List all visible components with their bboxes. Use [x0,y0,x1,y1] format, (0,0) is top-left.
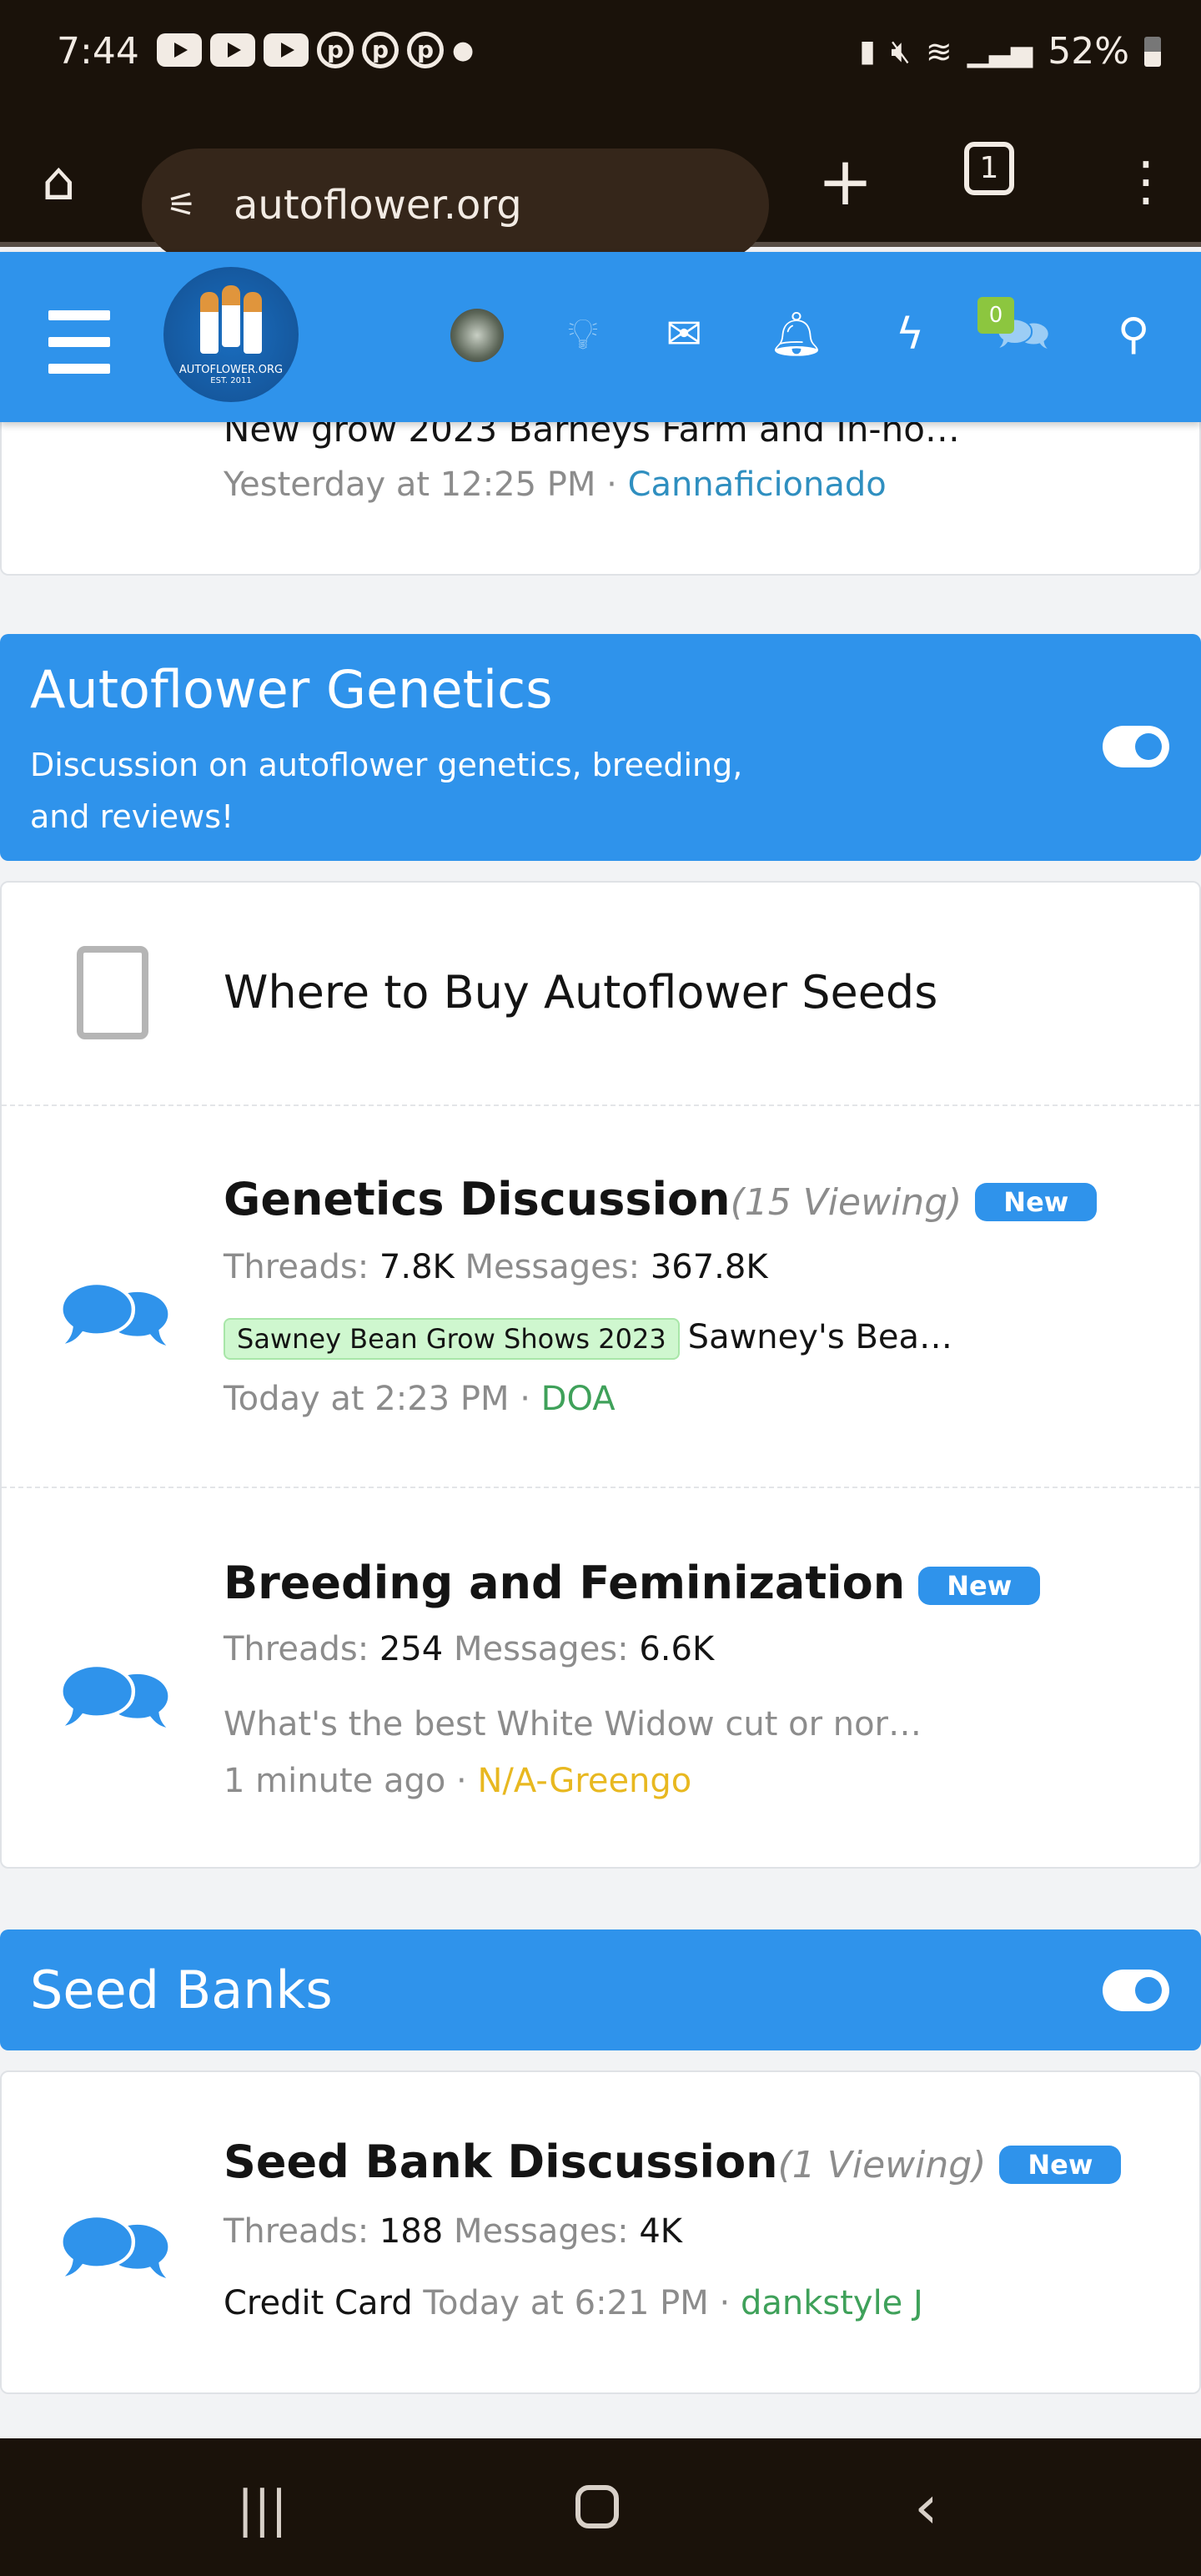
last-post-time: Today at 2:23 PM [224,1380,510,1418]
status-bar: 7:44 p p p ● ▮ 🔇︎ ≋ ▁▃▅ 52% [0,0,1201,123]
last-post-time: 1 minute ago [224,1762,446,1800]
threads-count: 7.8K [379,1248,455,1286]
forum-item: 🗪︎ Seed Bank Discussion(1 Viewing) New Th… [2,2072,1199,2396]
category-header-autoflower-genetics: Autoflower Genetics Discussion on autofl… [0,634,1201,861]
site-settings-icon[interactable]: ⚟ [167,148,197,262]
youtube-icon [157,33,202,67]
category-title[interactable]: Seed Banks [30,1960,333,2020]
home-icon[interactable]: ⌂ [42,155,76,209]
avatar[interactable] [450,309,504,362]
messages-label: Messages: [465,1248,641,1286]
forum-title[interactable]: Seed Bank Discussion [224,2136,778,2188]
messages-label: Messages: [453,1630,629,1668]
bell-icon[interactable]: 🔔︎ [767,305,826,364]
pinterest-icon: p [362,32,399,68]
mute-icon: 🔇︎ [890,33,911,69]
logo-text: AUTOFLOWER.ORG [178,364,284,376]
battery-saver-icon: ▮ [859,34,876,68]
forum-title[interactable]: Genetics Discussion [224,1173,731,1225]
forum-item: 🗪︎ Breeding and Feminization New Threads:… [2,1488,1199,1870]
messages-count: 6.6K [639,1630,715,1668]
last-post-time: Yesterday at 12:25 PM [224,465,596,504]
url-text: autoflower.org [234,182,522,229]
pinterest-icon: p [407,32,444,68]
youtube-icon [264,33,309,67]
new-badge: New [999,2146,1122,2185]
mail-icon[interactable]: ✉ [655,305,713,364]
messages-count: 367.8K [650,1248,768,1286]
link-forum[interactable]: Where to Buy Autoflower Seeds [2,883,1199,1106]
search-icon[interactable]: ⚲ [1104,305,1163,364]
chat-bubbles-icon: 🗪︎ [58,1260,173,1367]
lightbulb-icon[interactable]: 💡︎ [554,305,612,364]
messages-label: Messages: [453,2212,629,2251]
new-tab-icon[interactable]: + [817,148,873,215]
collapse-toggle[interactable] [1103,726,1169,767]
category-header-seed-banks: Seed Banks [0,1929,1201,2050]
browser-toolbar: ⌂ ⚟ autoflower.org + 1 ⋮ [0,123,1201,262]
category-title[interactable]: Autoflower Genetics [30,659,553,720]
threads-count: 188 [379,2212,444,2251]
pinterest-icon: p [317,32,354,68]
last-post-time: Today at 6:21 PM [423,2284,709,2322]
chat-bubbles-icon: 🗪︎ [58,2193,173,2300]
wifi-icon: ≋ [925,33,952,70]
site-header: AUTOFLOWER.ORG EST. 2011 💡︎ ✉ 🔔︎ ϟ 0 🗪︎ ⚲ [0,252,1201,422]
threads-count: 254 [379,1630,444,1668]
forum-title[interactable]: Breeding and Feminization [224,1557,905,1609]
last-thread-title[interactable]: Sawney's Bea… [688,1318,952,1356]
document-icon [77,946,148,1039]
forum-title[interactable]: Where to Buy Autoflower Seeds [224,966,937,1019]
youtube-icon [210,33,255,67]
last-post-user[interactable]: N/A-Greengo [477,1762,691,1800]
category-description: Discussion on autoflower genetics, breed… [30,747,743,835]
address-bar[interactable]: ⚟ autoflower.org [142,148,769,262]
signal-icon: ▁▃▅ [967,34,1033,68]
threads-label: Threads: [224,1248,369,1286]
system-nav-bar: ||| ‹ [0,2438,1201,2576]
lightning-icon[interactable]: ϟ [881,305,939,364]
menu-icon[interactable] [48,310,110,390]
last-post-user[interactable]: Cannaficionado [628,465,887,504]
new-badge: New [975,1183,1098,1222]
more-menu-icon[interactable]: ⋮ [1119,155,1173,209]
category-forums: Where to Buy Autoflower Seeds 🗪︎ Genetic… [0,881,1201,1869]
recent-apps-icon[interactable]: ||| [237,2480,288,2538]
more-notifications-icon: ● [452,35,475,65]
thread-prefix[interactable]: Sawney Bean Grow Shows 2023 [224,1318,680,1360]
viewing-count: (1 Viewing) [777,2144,987,2186]
chat-bubbles-icon: 🗪︎ [58,1643,173,1749]
battery-icon [1144,36,1161,67]
category-forums: 🗪︎ Seed Bank Discussion(1 Viewing) New Th… [0,2070,1201,2394]
site-logo[interactable]: AUTOFLOWER.ORG EST. 2011 [163,267,299,402]
messages-count: 4K [639,2212,683,2251]
conversations-badge: 0 [977,297,1014,334]
last-thread-title[interactable]: Credit Card [224,2284,413,2322]
collapse-toggle[interactable] [1103,1970,1169,2011]
logo-sub: EST. 2011 [210,376,252,385]
back-icon[interactable]: ‹ [914,2472,938,2542]
home-button-icon[interactable] [575,2485,619,2528]
viewing-count: (15 Viewing) [730,1181,962,1224]
last-post-user[interactable]: dankstyle J [741,2284,923,2322]
clock: 7:44 [57,30,139,73]
threads-label: Threads: [224,2212,369,2251]
battery-level: 52% [1048,30,1129,73]
new-badge: New [918,1567,1041,1606]
forum-item: 🗪︎ Genetics Discussion(15 Viewing) New Th… [2,1106,1199,1488]
last-post-user[interactable]: DOA [541,1380,616,1418]
threads-label: Threads: [224,1630,369,1668]
tab-switcher-button[interactable]: 1 [964,142,1014,195]
last-thread-title[interactable]: What's the best White Widow cut or nor… [224,1705,922,1743]
